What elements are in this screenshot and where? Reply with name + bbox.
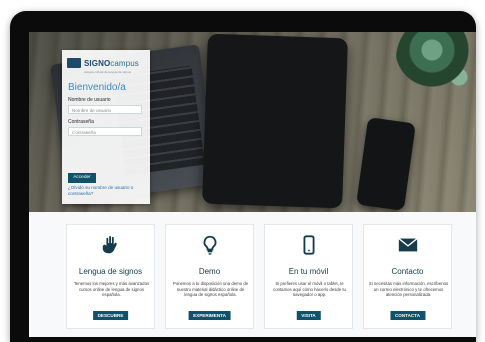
feature-card-movil: En tu móvil Si prefieres usar el móvil o… <box>264 224 353 329</box>
feature-card-demo: Demo Ponemos a tu disposición una demo d… <box>165 224 254 329</box>
logo-brand-sub: campus <box>110 58 139 68</box>
logo-mark-icon <box>67 58 81 68</box>
envelope-icon <box>364 234 451 256</box>
username-input[interactable]: Nombre de usuario <box>68 105 142 114</box>
tablet-device-frame: SIGNOcampus campus virtual de lengua de … <box>10 11 476 342</box>
password-label: Contraseña <box>68 119 94 125</box>
mobile-phone-icon <box>265 234 352 256</box>
feature-description: Si necesitas más información, escríbenos… <box>368 281 449 297</box>
feature-description: Si prefieres usar el móvil o tablet, te … <box>273 281 346 297</box>
hero-banner: SIGNOcampus campus virtual de lengua de … <box>29 32 476 212</box>
experimenta-button[interactable]: EXPERIMENTA <box>188 311 231 320</box>
forgot-credentials-link[interactable]: ¿Olvidó su nombre de usuario o contraseñ… <box>68 185 146 197</box>
contacta-button[interactable]: CONTACTA <box>389 311 426 320</box>
sign-language-hands-icon <box>67 234 154 256</box>
signo-campus-logo[interactable]: SIGNOcampus <box>67 56 145 70</box>
welcome-heading: Bienvenido/a <box>68 82 126 93</box>
feature-description: Tenemos los mejores y más avanzados curs… <box>73 281 150 297</box>
feature-description: Ponemos a tu disposición una demo de nue… <box>172 281 249 297</box>
website-screen: SIGNOcampus campus virtual de lengua de … <box>29 32 476 337</box>
descubre-button[interactable]: DESCUBRE <box>92 311 129 320</box>
feature-title: En tu móvil <box>288 267 329 276</box>
feature-title: Contacto <box>391 267 424 276</box>
tablet-photo <box>202 33 348 209</box>
login-button[interactable]: Acceder <box>68 173 96 183</box>
logo-brand-main: SIGNO <box>84 58 111 68</box>
username-label: Nombre de usuario <box>68 97 111 103</box>
feature-card-lengua: Lengua de signos Tenemos los mejores y m… <box>66 224 155 329</box>
feature-card-contacto: Contacto Si necesitas más información, e… <box>363 224 452 329</box>
feature-title: Demo <box>198 267 221 276</box>
feature-title: Lengua de signos <box>78 267 143 276</box>
logo-tagline: campus virtual de lengua de signos <box>84 70 132 74</box>
features-section: Lengua de signos Tenemos los mejores y m… <box>29 212 476 337</box>
visita-button[interactable]: VISITA <box>296 311 321 320</box>
login-panel: SIGNOcampus campus virtual de lengua de … <box>62 50 150 204</box>
password-input[interactable]: Contraseña <box>68 127 142 136</box>
lightbulb-icon <box>166 234 253 256</box>
